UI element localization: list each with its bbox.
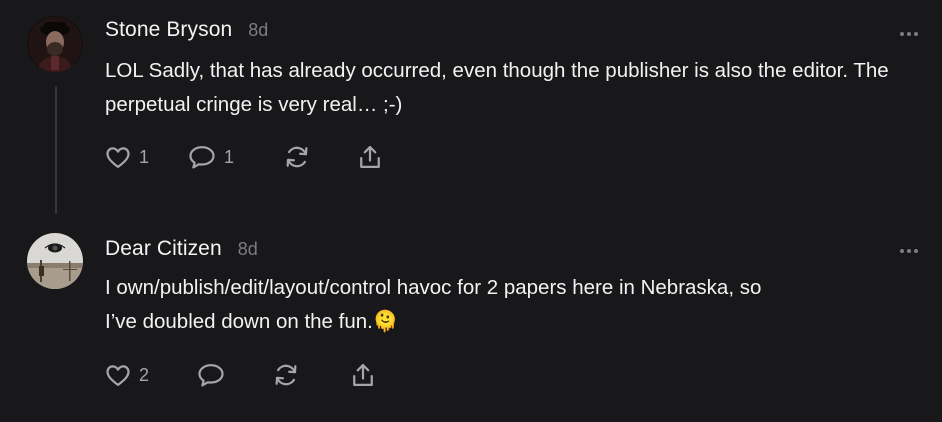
heart-icon	[104, 361, 132, 389]
more-dots-icon[interactable]	[896, 243, 922, 253]
action-bar: 1 1	[104, 143, 394, 173]
more-dots-icon[interactable]	[896, 26, 922, 36]
author-name[interactable]: Stone Bryson	[105, 18, 232, 42]
like-count: 1	[139, 146, 150, 167]
like-count: 2	[139, 364, 150, 385]
comment-dear-citizen: Dear Citizen 8d I own/publish/edit/layou…	[0, 220, 942, 422]
melting-face-emoji: 🫠	[372, 310, 399, 333]
share-icon	[356, 143, 384, 171]
reply-count: 1	[224, 146, 235, 167]
action-bar: 2	[104, 361, 394, 391]
speech-bubble-icon	[196, 361, 226, 389]
heart-icon	[104, 143, 132, 171]
author-name[interactable]: Dear Citizen	[105, 237, 222, 261]
avatar[interactable]	[27, 16, 83, 72]
share-button[interactable]	[356, 143, 384, 171]
comment-body-text: I’ve doubled down on the fun.	[105, 310, 373, 333]
timestamp[interactable]: 8d	[248, 20, 268, 41]
comment-body: LOL Sadly, that has already occurred, ev…	[105, 59, 889, 116]
restack-icon	[272, 361, 300, 389]
share-icon	[349, 361, 377, 389]
reply-button[interactable]: 1	[187, 143, 234, 171]
avatar[interactable]	[27, 233, 83, 289]
restack-button[interactable]	[283, 143, 311, 171]
comment-header: Stone Bryson 8d	[105, 18, 268, 42]
speech-bubble-icon	[187, 143, 217, 171]
comment-body-line: I’ve doubled down on the fun.🫠	[105, 305, 925, 339]
comment-header: Dear Citizen 8d	[105, 237, 258, 261]
restack-button[interactable]	[272, 361, 300, 389]
comment-body: I own/publish/edit/layout/control havoc …	[105, 271, 925, 339]
thread-line	[55, 86, 57, 214]
comment-stone-bryson: Stone Bryson 8d LOL Sadly, that has alre…	[0, 0, 942, 220]
like-button[interactable]: 2	[104, 361, 149, 389]
reply-button[interactable]	[196, 361, 226, 389]
restack-icon	[283, 143, 311, 171]
like-button[interactable]: 1	[104, 143, 149, 171]
comment-body-line: I own/publish/edit/layout/control havoc …	[105, 276, 762, 299]
share-button[interactable]	[349, 361, 377, 389]
timestamp[interactable]: 8d	[238, 239, 258, 260]
